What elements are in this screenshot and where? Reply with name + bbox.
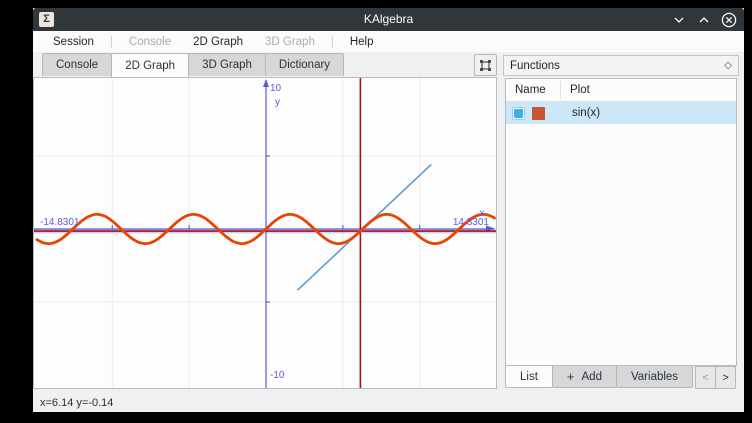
- svg-text:10: 10: [270, 83, 282, 94]
- fullscreen-button[interactable]: [474, 54, 497, 76]
- minimize-icon[interactable]: [671, 12, 687, 28]
- functions-panel-title: Functions: [510, 60, 560, 72]
- menubar: Session | Console 2D Graph 3D Graph | He…: [33, 31, 744, 52]
- functions-table-header: Name Plot: [506, 79, 736, 102]
- tab-add[interactable]: +Add: [552, 366, 617, 388]
- function-label: sin(x): [572, 107, 600, 119]
- column-header-name[interactable]: Name: [506, 84, 560, 96]
- float-panel-icon[interactable]: ◇: [724, 60, 732, 71]
- tab-scroll-buttons: < >: [695, 366, 736, 389]
- tab-variables[interactable]: Variables: [616, 366, 693, 388]
- functions-table: Name Plot sin(x): [505, 78, 737, 366]
- svg-text:-14.8301: -14.8301: [40, 217, 80, 228]
- menu-separator: |: [105, 36, 118, 48]
- functions-panel-header[interactable]: Functions ◇: [503, 55, 739, 76]
- function-color-swatch[interactable]: [532, 107, 545, 120]
- maximize-icon[interactable]: [696, 12, 712, 28]
- tab-console[interactable]: Console: [42, 53, 112, 76]
- menu-help[interactable]: Help: [339, 36, 385, 48]
- statusbar: x=6.14 y=-0.14: [33, 395, 744, 412]
- function-row-sinx[interactable]: sin(x): [506, 102, 736, 124]
- plot-canvas[interactable]: 10y-10-14.830114.8301x: [33, 77, 497, 389]
- svg-text:y: y: [275, 97, 280, 108]
- menu-2d-graph[interactable]: 2D Graph: [182, 36, 254, 48]
- tab-3d-graph[interactable]: 3D Graph: [188, 53, 266, 76]
- plus-icon: +: [567, 369, 575, 384]
- kalgebra-window: Σ KAlgebra Session | Console 2D Graph 3D…: [33, 8, 744, 412]
- sin-plot[interactable]: 10y-10-14.830114.8301x: [34, 78, 496, 388]
- menu-session[interactable]: Session: [42, 36, 105, 48]
- main-tabbar: Console 2D Graph 3D Graph Dictionary: [42, 53, 343, 77]
- menu-separator: |: [326, 36, 339, 48]
- scroll-left-icon[interactable]: <: [696, 367, 715, 388]
- menu-console[interactable]: Console: [118, 36, 182, 48]
- svg-text:x: x: [480, 208, 485, 219]
- tab-dictionary[interactable]: Dictionary: [265, 53, 344, 76]
- close-icon[interactable]: [721, 12, 737, 28]
- scroll-right-icon[interactable]: >: [715, 367, 735, 388]
- window-title: KAlgebra: [33, 8, 744, 31]
- svg-text:-10: -10: [270, 370, 285, 381]
- titlebar[interactable]: Σ KAlgebra: [33, 8, 744, 31]
- cursor-coordinates: x=6.14 y=-0.14: [40, 397, 113, 409]
- dock-tabbar: List +Add Variables < >: [505, 366, 736, 389]
- fullscreen-icon: [479, 59, 492, 72]
- function-visible-checkbox[interactable]: [512, 107, 525, 120]
- column-header-plot[interactable]: Plot: [561, 84, 590, 96]
- tab-2d-graph[interactable]: 2D Graph: [111, 53, 189, 77]
- menu-3d-graph[interactable]: 3D Graph: [254, 36, 326, 48]
- tab-list[interactable]: List: [505, 366, 553, 388]
